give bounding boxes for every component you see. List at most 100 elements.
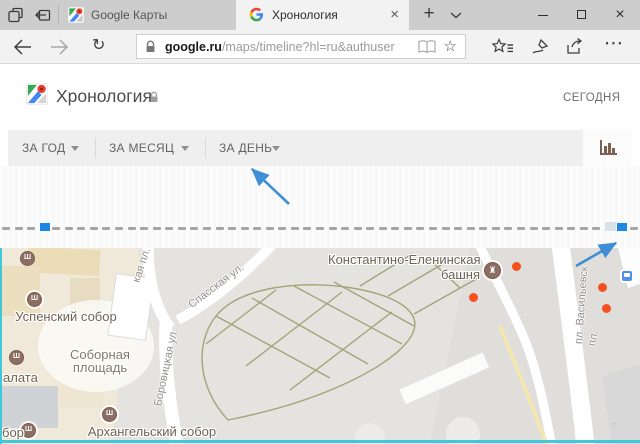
timeline-dash <box>454 227 462 230</box>
timeline-dash <box>404 227 412 230</box>
timeline-dash <box>492 227 500 230</box>
today-label[interactable]: СЕГОДНЯ <box>563 92 620 104</box>
map-canvas[interactable] <box>0 248 640 444</box>
tab-preview-icon[interactable] <box>8 7 24 23</box>
filter-separator <box>95 138 96 158</box>
tab-preview-chevron-icon[interactable] <box>450 12 462 19</box>
chevron-down-icon[interactable] <box>71 146 79 151</box>
timeline-day-active[interactable] <box>40 223 50 231</box>
timeline-day-active[interactable] <box>617 223 627 231</box>
visited-place-dot[interactable] <box>469 293 478 302</box>
timeline-dash <box>530 227 538 230</box>
lock-icon <box>145 40 156 53</box>
close-tab-icon[interactable]: × <box>390 0 399 29</box>
private-lock-icon <box>149 91 159 103</box>
poi-label-bor[interactable]: бор <box>2 425 24 440</box>
poi-label-palata[interactable]: палата <box>0 370 38 385</box>
timeline-dash <box>266 227 274 230</box>
timeline-dash <box>555 227 563 230</box>
favorite-star-icon[interactable]: ☆ <box>444 39 457 54</box>
tab-timeline[interactable]: Хронология × <box>236 0 409 30</box>
timeline-dash <box>65 227 73 230</box>
tab-google-maps[interactable]: Google Карты <box>59 0 236 30</box>
uspensky-cathedral-icon[interactable]: Ш <box>27 292 42 307</box>
timeline-dash <box>77 227 85 230</box>
visited-place-dot[interactable] <box>512 262 521 271</box>
visited-place-dot[interactable] <box>602 304 611 313</box>
bar-chart-button[interactable] <box>583 130 632 166</box>
timeline-dash <box>517 227 525 230</box>
timeline-dash <box>15 227 23 230</box>
reading-view-icon[interactable] <box>418 40 436 54</box>
filter-day-dropdown[interactable]: ЗА ДЕНЬ <box>219 141 272 155</box>
poi-label-konstantino[interactable]: Константино-Еленинская <box>328 252 480 267</box>
url-domain: google.ru <box>165 40 222 54</box>
museum-poi-icon[interactable]: Ш <box>20 251 35 266</box>
poi-label-konstantino-2[interactable]: башня <box>328 267 480 282</box>
timeline-dash <box>303 227 311 230</box>
timeline-dash <box>90 227 98 230</box>
timeline-dash <box>592 227 600 230</box>
filter-bar: ЗА ГОД ЗА МЕСЯЦ ЗА ДЕНЬ <box>0 130 640 166</box>
timeline-dash <box>416 227 424 230</box>
poi-label-uspensky[interactable]: Успенский собор <box>8 309 124 324</box>
timeline-dash <box>630 227 638 230</box>
forward-button[interactable] <box>50 38 70 56</box>
google-maps-favicon <box>68 7 84 23</box>
filter-separator <box>205 138 206 158</box>
timeline-day-highlight[interactable] <box>605 222 616 231</box>
area-label-sobornaya-2[interactable]: площадь <box>50 360 150 375</box>
map-area[interactable]: кая пл. Спасская ул. Боровицкая ул. пл. … <box>0 248 640 444</box>
timeline-dash <box>329 227 337 230</box>
timeline-strip <box>0 166 640 248</box>
tab-label: Google Карты <box>91 0 167 30</box>
filter-year-dropdown[interactable]: ЗА ГОД <box>22 141 65 155</box>
bar-chart-icon <box>600 140 617 155</box>
timeline-dash <box>354 227 362 230</box>
minimize-button[interactable] <box>524 0 562 30</box>
timeline-dash <box>316 227 324 230</box>
filter-month-dropdown[interactable]: ЗА МЕСЯЦ <box>109 141 174 155</box>
hub-icon[interactable] <box>492 38 514 56</box>
tab-bar: Google Карты Хронология × + × <box>0 0 640 30</box>
maximize-button[interactable] <box>562 0 600 30</box>
chevron-down-icon[interactable] <box>181 146 189 151</box>
timeline-dash <box>467 227 475 230</box>
set-tabs-aside-icon[interactable] <box>33 7 51 23</box>
timeline-dash <box>52 227 60 230</box>
timeline-dash <box>153 227 161 230</box>
visited-place-dot[interactable] <box>598 283 607 292</box>
timeline-dash <box>27 227 35 230</box>
timeline-dash <box>102 227 110 230</box>
ink-notes-icon[interactable] <box>531 38 551 56</box>
timeline-dash <box>379 227 387 230</box>
transit-station-icon[interactable] <box>622 271 632 281</box>
timeline-dash <box>178 227 186 230</box>
url-field[interactable]: google.ru/maps/timeline?hl=ru&authuser ☆ <box>136 34 466 59</box>
timeline-dash <box>542 227 550 230</box>
timeline-dash <box>567 227 575 230</box>
timeline-dash <box>291 227 299 230</box>
back-button[interactable] <box>12 38 32 56</box>
share-icon[interactable] <box>565 38 585 56</box>
chevron-down-icon[interactable] <box>272 146 280 151</box>
poi-label-arkhangelsky[interactable]: Архангельский собор <box>72 424 232 439</box>
tower-poi-icon[interactable]: ♜ <box>484 262 501 279</box>
google-maps-logo[interactable] <box>26 83 48 105</box>
capture-border-left <box>0 248 2 444</box>
capture-border-bottom <box>0 440 640 443</box>
url-path: /maps/timeline?hl=ru&authuser <box>222 40 395 54</box>
window-close-button[interactable]: × <box>600 0 640 30</box>
page-header: Хронология СЕГОДНЯ <box>0 64 640 130</box>
palata-museum-icon[interactable]: Ш <box>9 350 24 365</box>
timeline-dash <box>366 227 374 230</box>
timeline-dash <box>203 227 211 230</box>
timeline-track[interactable] <box>0 166 640 248</box>
address-bar: ↻ google.ru/maps/timeline?hl=ru&authuser… <box>0 30 640 64</box>
timeline-dash <box>165 227 173 230</box>
more-options-icon[interactable]: ⋯ <box>604 32 624 55</box>
new-tab-button[interactable]: + <box>416 0 442 30</box>
arkhangelsky-cathedral-icon[interactable]: Ш <box>102 407 117 422</box>
refresh-button[interactable]: ↻ <box>92 35 105 55</box>
timeline-dash <box>442 227 450 230</box>
